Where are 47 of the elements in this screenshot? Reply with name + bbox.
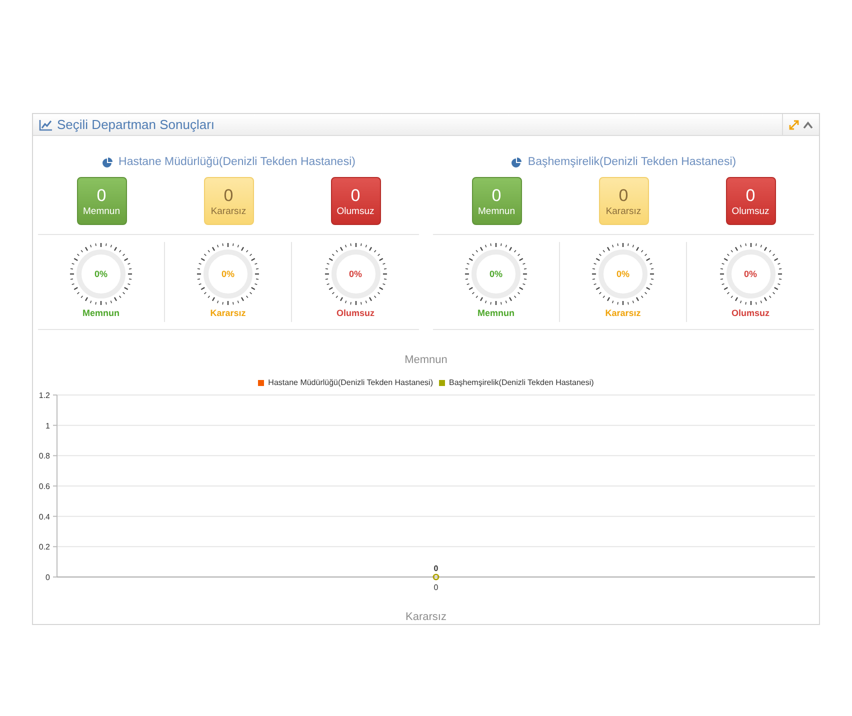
gauge-dial-drawing xyxy=(464,242,528,306)
count-tile: 0 Kararsız xyxy=(204,177,254,225)
gauge-percent: 0% xyxy=(490,269,502,279)
count-tile: 0 Olumsuz xyxy=(330,177,380,225)
gauge-percent: 0% xyxy=(616,269,630,279)
gauge-label: Olumsuz xyxy=(731,308,770,318)
count-tile: 0 Memnun xyxy=(76,177,126,225)
pie-chart-icon xyxy=(510,156,522,168)
legend-item[interactable]: Başhemşirelik(Denizli Tekden Hastanesi) xyxy=(439,378,594,387)
x-axis-title: Kararsız xyxy=(406,611,446,623)
count-tile: 0 Memnun xyxy=(472,177,522,225)
count-tile: 0 Olumsuz xyxy=(726,177,776,225)
gauge-percent: 0% xyxy=(744,269,757,279)
y-tick-label: 0.2 xyxy=(38,542,50,552)
line-chart-icon xyxy=(39,118,53,130)
gauge-label: Memnun xyxy=(478,308,514,318)
gauge-percent: 0% xyxy=(349,269,362,279)
pie-chart-icon xyxy=(102,156,113,168)
count-tile: 0 Kararsız xyxy=(598,177,648,225)
gauge-label: Kararsız xyxy=(605,308,641,318)
y-tick-label: 1.2 xyxy=(38,391,50,400)
x-tick-label: 0 xyxy=(434,583,438,592)
gauge-label: Memnun xyxy=(82,308,120,318)
department-title: Başhemşirelik(Denizli Tekden Hastanesi) xyxy=(528,156,736,168)
y-tick-label: 0.8 xyxy=(38,452,50,461)
gauge-percent: 0% xyxy=(222,269,234,279)
panel-title: Seçili Departman Sonuçları xyxy=(57,117,215,132)
gauge-dial-drawing xyxy=(324,242,388,306)
legend-swatch xyxy=(439,380,445,386)
gauge-dial-drawing xyxy=(591,242,655,306)
department-title: Hastane Müdürlüğü(Denizli Tekden Hastanesi) xyxy=(118,156,356,168)
gauge-percent: 0% xyxy=(94,269,108,279)
gauge-dial-drawing xyxy=(718,242,782,306)
gauge-dial-drawing xyxy=(196,242,260,306)
gauge-label: Olumsuz xyxy=(336,308,374,318)
legend-swatch xyxy=(258,380,264,386)
chart-title: Memnun xyxy=(404,354,448,366)
gauge-dial-drawing xyxy=(69,242,133,306)
y-tick-label: 0.4 xyxy=(38,512,50,522)
legend-item[interactable]: Hastane Müdürlüğü(Denizli Tekden Hastanesi) xyxy=(258,378,433,387)
collapse-chevron-icon[interactable] xyxy=(803,120,813,128)
y-tick-label: 0 xyxy=(46,573,50,582)
data-label: 0 xyxy=(434,564,438,573)
y-tick-label: 0.6 xyxy=(38,482,50,491)
gauge-label: Kararsız xyxy=(210,308,246,318)
y-tick-label: 1 xyxy=(46,421,50,430)
data-point xyxy=(432,574,440,580)
